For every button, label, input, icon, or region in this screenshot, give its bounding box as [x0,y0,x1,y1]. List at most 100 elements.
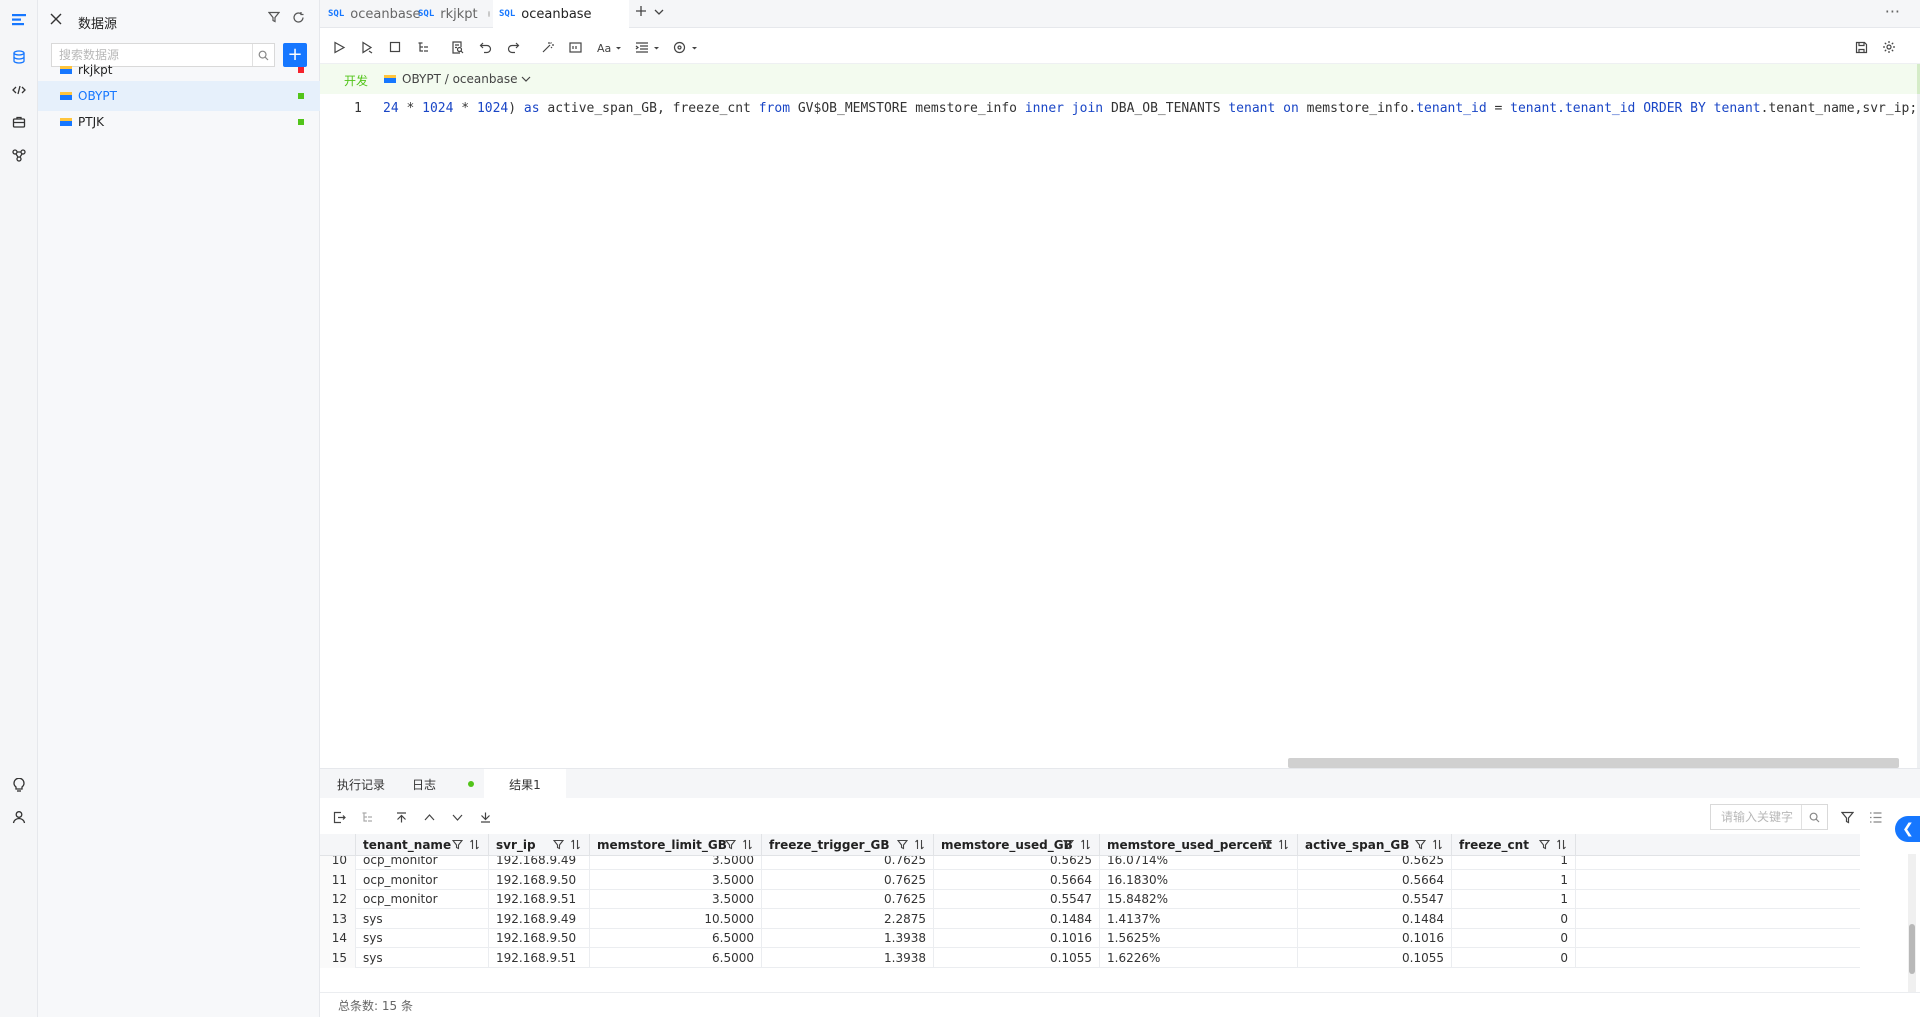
sql-editor[interactable]: 1 24 * 1024 * 1024) as active_span_GB, f… [320,94,1920,768]
column-header-tenant-name[interactable]: tenant_name [356,834,489,856]
tab-log[interactable]: 日志 [402,769,484,799]
stop-icon[interactable] [386,38,404,56]
collapse-panel-button[interactable]: ❮ [1895,816,1920,842]
cell-freeze-cnt[interactable]: 0 [1452,908,1576,929]
column-filter-icon[interactable] [452,839,463,850]
table-row[interactable]: 14 sys 192.168.9.50 6.5000 1.3938 0.1016 1.562… [320,928,1860,949]
cell-memstore-used-percent[interactable]: 1.5625% [1100,928,1298,949]
cell-svr-ip[interactable]: 192.168.9.51 [489,889,590,910]
cell-memstore-limit-gb[interactable]: 3.5000 [590,869,762,890]
plan-tree-icon[interactable] [414,38,432,56]
tab-rkjkpt[interactable]: SQL rkjkpt [418,0,490,28]
column-sort-icon[interactable] [1432,839,1443,850]
lightbulb-icon[interactable] [9,775,29,795]
cell-tenant-name[interactable]: ocp_monitor [356,889,489,910]
database-icon[interactable] [9,47,29,67]
cell-memstore-used-gb[interactable]: 0.1016 [934,928,1100,949]
column-header-active-span-gb[interactable]: active_span_GB [1298,834,1452,856]
cell-memstore-used-percent[interactable]: 1.4137% [1100,908,1298,929]
connections-icon[interactable] [9,145,29,165]
cell-memstore-limit-gb[interactable]: 10.5000 [590,908,762,929]
column-filter-icon[interactable] [1539,839,1550,850]
cell-memstore-used-percent[interactable]: 1.6226% [1100,948,1298,968]
scrollbar-thumb[interactable] [1909,924,1915,974]
column-header-memstore-used-percent[interactable]: memstore_used_percent [1100,834,1298,856]
column-header-memstore-limit-gb[interactable]: memstore_limit_GB [590,834,762,856]
cell-tenant-name[interactable]: sys [356,928,489,949]
undo-icon[interactable] [476,38,494,56]
format-search-icon[interactable] [448,38,466,56]
cell-active-span-gb[interactable]: 0.5547 [1298,889,1452,910]
tab-execution-history[interactable]: 执行记录 [320,769,402,799]
table-row[interactable]: 11 ocp_monitor 192.168.9.50 3.5000 0.7625 0.5… [320,869,1860,890]
cell-freeze-trigger-gb[interactable]: 1.3938 [762,928,934,949]
refresh-icon[interactable] [292,11,305,24]
more-icon[interactable]: ··· [1885,2,1900,21]
cell-freeze-cnt[interactable]: 0 [1452,928,1576,949]
tab-result-1[interactable]: 结果1 [484,769,566,799]
run-icon[interactable] [330,38,348,56]
cell-memstore-used-gb[interactable]: 0.1484 [934,908,1100,929]
redo-icon[interactable] [504,38,522,56]
column-sort-icon[interactable] [469,839,480,850]
previous-row-icon[interactable] [420,808,438,826]
cell-active-span-gb[interactable]: 0.1484 [1298,908,1452,929]
result-filter-icon[interactable] [1838,808,1856,826]
column-filter-icon[interactable] [553,839,564,850]
tab-oceanbase-active[interactable]: SQL oceanbase [493,0,629,28]
table-row[interactable]: 12 ocp_monitor 192.168.9.51 3.5000 0.7625 0.5… [320,889,1860,910]
table-row[interactable]: 15 sys 192.168.9.51 6.5000 1.3938 0.1055 1.622… [320,948,1860,968]
horizontal-scrollbar[interactable] [1288,758,1899,768]
indent-icon[interactable] [634,38,662,56]
cell-freeze-trigger-gb[interactable]: 0.7625 [762,889,934,910]
cell-active-span-gb[interactable]: 0.5664 [1298,869,1452,890]
cell-tenant-name[interactable]: sys [356,908,489,929]
cell-tenant-name[interactable]: ocp_monitor [356,869,489,890]
filter-icon[interactable] [268,11,280,23]
cell-freeze-cnt[interactable]: 1 [1452,889,1576,910]
tab-close-icon[interactable] [602,11,608,17]
settings-gear-icon[interactable] [1880,38,1898,56]
column-header-freeze-cnt[interactable]: freeze_cnt [1452,834,1576,856]
chevron-down-icon[interactable] [654,8,664,16]
cell-memstore-limit-gb[interactable]: 3.5000 [590,889,762,910]
cell-svr-ip[interactable]: 192.168.9.49 [489,908,590,929]
cell-active-span-gb[interactable]: 0.1016 [1298,928,1452,949]
column-filter-icon[interactable] [725,839,736,850]
cell-tenant-name[interactable]: sys [356,948,489,968]
cell-freeze-cnt[interactable]: 0 [1452,948,1576,968]
close-icon[interactable] [50,13,62,25]
theme-palette-icon[interactable] [672,38,700,56]
column-filter-icon[interactable] [1261,839,1272,850]
result-search-input[interactable] [1711,805,1801,829]
user-icon[interactable] [9,807,29,827]
cell-memstore-used-percent[interactable]: 15.8482% [1100,889,1298,910]
column-filter-icon[interactable] [1415,839,1426,850]
cell-memstore-used-gb[interactable]: 0.5547 [934,889,1100,910]
new-tab-icon[interactable] [634,4,648,18]
tab-oceanbase-1[interactable]: SQL oceanbase [328,0,421,28]
column-header-memstore-used-gb[interactable]: memstore_used_GB [934,834,1100,856]
code-icon[interactable] [9,80,29,100]
cell-freeze-trigger-gb[interactable]: 1.3938 [762,948,934,968]
save-icon[interactable] [1852,38,1870,56]
cell-freeze-trigger-gb[interactable]: 0.7625 [762,869,934,890]
table-row[interactable]: 13 sys 192.168.9.49 10.5000 2.2875 0.1484 1.41… [320,908,1860,929]
last-row-icon[interactable] [476,808,494,826]
column-header-freeze-trigger-gb[interactable]: freeze_trigger_GB [762,834,934,856]
cell-memstore-used-gb[interactable]: 0.1055 [934,948,1100,968]
vertical-scrollbar[interactable] [1908,854,1916,992]
column-sort-icon[interactable] [742,839,753,850]
cell-memstore-limit-gb[interactable]: 6.5000 [590,948,762,968]
column-sort-icon[interactable] [1080,839,1091,850]
connection-selector[interactable]: OBYPT / oceanbase [384,72,531,86]
cell-active-span-gb[interactable]: 0.1055 [1298,948,1452,968]
column-header-svr-ip[interactable]: svr_ip [489,834,590,856]
column-filter-icon[interactable] [897,839,908,850]
code-line-1[interactable]: 24 * 1024 * 1024) as active_span_GB, fre… [383,101,1917,116]
font-case-icon[interactable]: Aa [596,38,624,56]
cell-svr-ip[interactable]: 192.168.9.51 [489,948,590,968]
briefcase-icon[interactable] [9,112,29,132]
cell-memstore-limit-gb[interactable]: 6.5000 [590,928,762,949]
tree-view-icon[interactable] [358,808,376,826]
